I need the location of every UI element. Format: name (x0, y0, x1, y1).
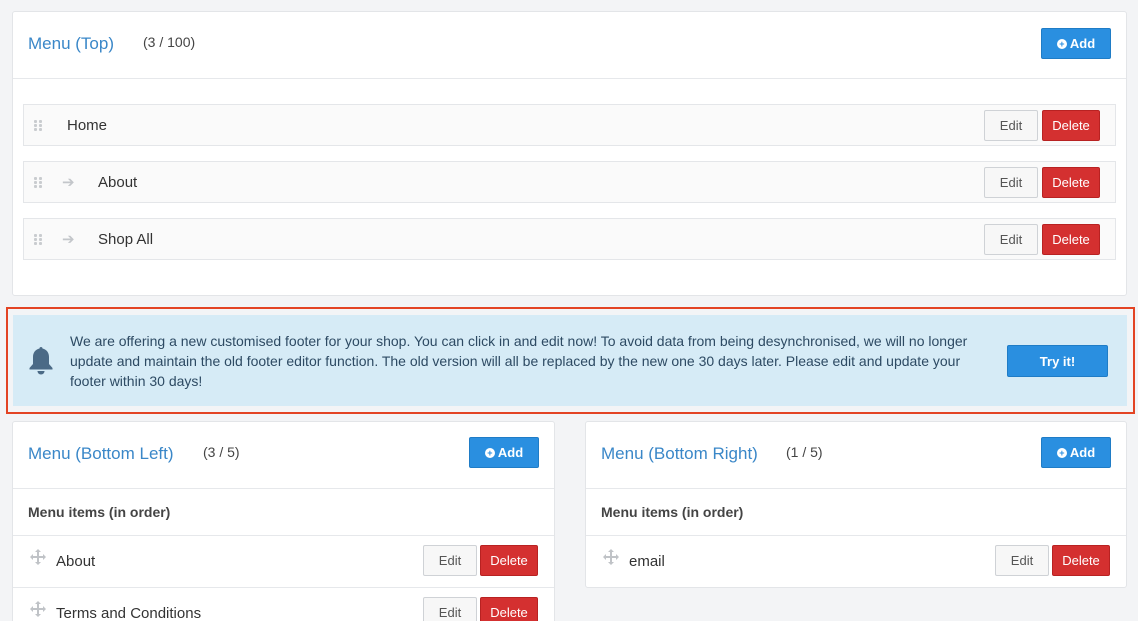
delete-button[interactable]: Delete (1042, 224, 1100, 255)
menu-top-item-label: About (98, 174, 138, 191)
drag-handle-icon[interactable] (34, 120, 44, 132)
drag-handle-icon[interactable] (34, 234, 44, 246)
menu-bottom-right-add-button[interactable]: + Add (1041, 437, 1111, 468)
edit-button[interactable]: Edit (984, 167, 1038, 198)
menu-bottom-right-panel: Menu (Bottom Right) (1 / 5) + Add Menu i… (585, 421, 1127, 588)
plus-circle-icon: + (1056, 38, 1067, 49)
edit-button[interactable]: Edit (984, 224, 1038, 255)
move-icon[interactable] (603, 549, 619, 565)
delete-button[interactable]: Delete (1042, 110, 1100, 141)
menu-top-header: Menu (Top) (3 / 100) + Add (13, 12, 1126, 79)
list-item[interactable]: About Edit Delete (13, 536, 554, 588)
plus-circle-icon: + (1056, 447, 1067, 458)
menu-top-item-label: Home (67, 117, 108, 134)
list-item-label: About (56, 553, 96, 570)
delete-button[interactable]: Delete (480, 597, 538, 621)
menu-bottom-left-panel: Menu (Bottom Left) (3 / 5) + Add Menu it… (12, 421, 555, 621)
delete-button[interactable]: Delete (480, 545, 538, 576)
edit-button[interactable]: Edit (984, 110, 1038, 141)
menu-bottom-right-title: Menu (Bottom Right) (601, 444, 758, 463)
menu-top-item-label: Shop All (98, 231, 154, 248)
menu-top-item-home[interactable]: Home Edit Delete (23, 104, 1116, 146)
edit-button[interactable]: Edit (995, 545, 1049, 576)
list-item[interactable]: email Edit Delete (586, 536, 1126, 588)
menu-bottom-left-count: (3 / 5) (203, 444, 240, 460)
edit-button[interactable]: Edit (423, 597, 477, 621)
arrow-right-icon: ➔ (62, 231, 75, 248)
menu-bottom-left-header: Menu (Bottom Left) (3 / 5) + Add (13, 422, 554, 489)
delete-button[interactable]: Delete (1052, 545, 1110, 576)
menu-top-add-button[interactable]: + Add (1041, 28, 1111, 59)
menu-bottom-right-count: (1 / 5) (786, 444, 823, 460)
bell-icon (29, 347, 53, 375)
plus-circle-icon: + (484, 447, 495, 458)
drag-handle-icon[interactable] (34, 177, 44, 189)
notice-message: We are offering a new customised footer … (70, 333, 968, 389)
move-icon[interactable] (30, 549, 46, 565)
menu-items-subheader: Menu items (in order) (13, 489, 554, 536)
move-icon[interactable] (30, 601, 46, 617)
try-it-button[interactable]: Try it! (1007, 345, 1108, 377)
menu-top-count: (3 / 100) (143, 34, 196, 50)
list-item-label: email (629, 553, 665, 570)
delete-button[interactable]: Delete (1042, 167, 1100, 198)
arrow-right-icon: ➔ (62, 174, 75, 191)
menu-top-item-shop-all[interactable]: ➔ Shop All Edit Delete (23, 218, 1116, 260)
list-item[interactable]: Terms and Conditions Edit Delete (13, 588, 554, 621)
edit-button[interactable]: Edit (423, 545, 477, 576)
menu-bottom-left-title: Menu (Bottom Left) (28, 444, 174, 463)
menu-top-title: Menu (Top) (28, 34, 114, 53)
menu-top-panel: Menu (Top) (3 / 100) + Add Home Edit Del… (12, 11, 1127, 296)
menu-items-subheader: Menu items (in order) (586, 489, 1126, 536)
menu-bottom-right-header: Menu (Bottom Right) (1 / 5) + Add (586, 422, 1126, 489)
list-item-label: Terms and Conditions (56, 605, 202, 621)
menu-bottom-left-add-button[interactable]: + Add (469, 437, 539, 468)
menu-top-item-about[interactable]: ➔ About Edit Delete (23, 161, 1116, 203)
footer-notice-banner: We are offering a new customised footer … (13, 315, 1127, 406)
